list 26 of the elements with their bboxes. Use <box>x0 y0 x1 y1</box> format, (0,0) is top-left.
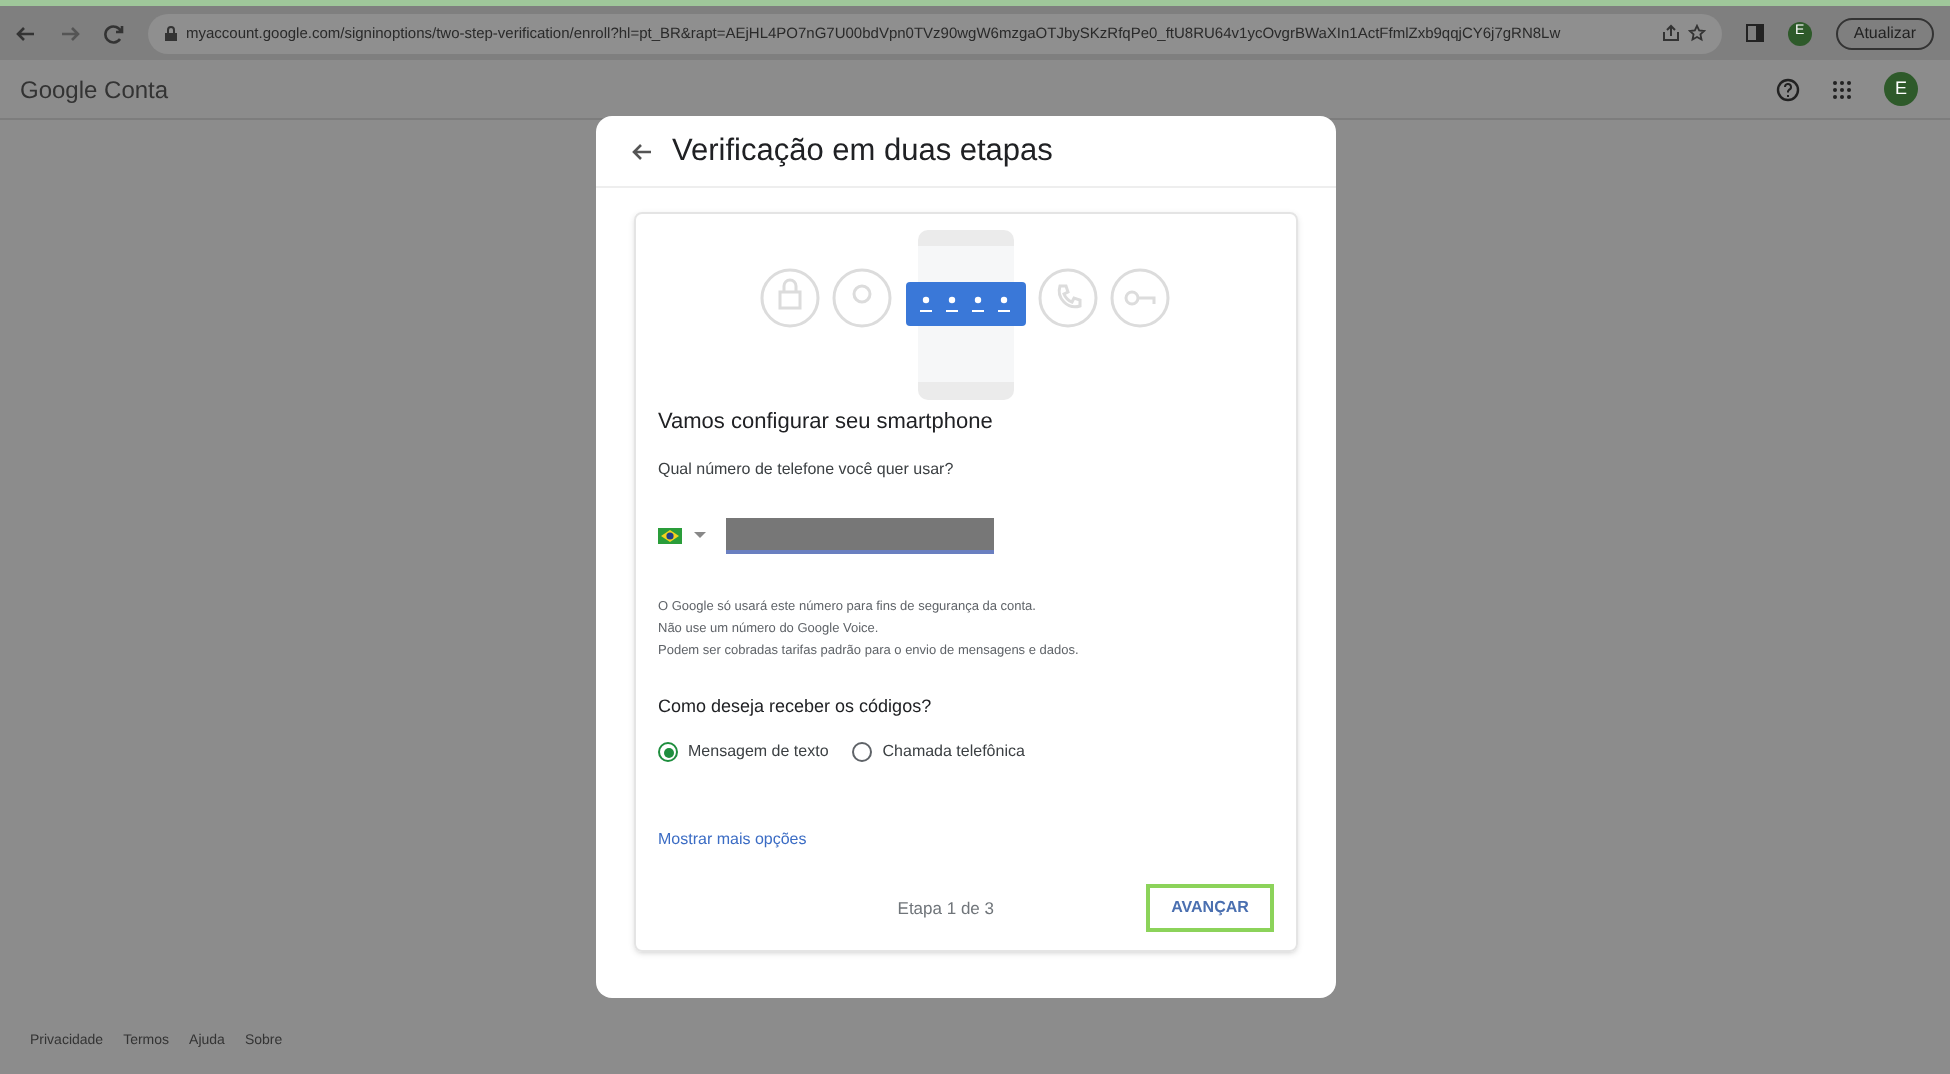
app-title[interactable]: Google Conta <box>20 71 169 107</box>
help-icon[interactable] <box>1776 77 1800 101</box>
sidebar-icon[interactable] <box>1745 24 1764 42</box>
next-button[interactable]: AVANÇAR <box>1146 884 1274 932</box>
section-heading: Vamos configurar seu smartphone <box>658 408 995 438</box>
update-button[interactable]: Atualizar <box>1835 17 1934 49</box>
flag-icon[interactable] <box>658 527 682 543</box>
lock-icon <box>164 25 178 41</box>
share-icon[interactable] <box>1661 24 1680 42</box>
radio-button[interactable] <box>658 742 678 762</box>
back-icon[interactable] <box>16 23 36 43</box>
apps-grid-icon[interactable] <box>1832 79 1852 99</box>
dropdown-caret-icon[interactable] <box>694 531 706 539</box>
star-icon[interactable] <box>1687 24 1706 42</box>
radio-label[interactable]: Chamada telefônica <box>882 740 1025 764</box>
radio-label[interactable]: Mensagem de texto <box>688 740 829 764</box>
dialog-title: Verificação em duas etapas <box>672 131 1053 172</box>
reload-icon[interactable] <box>104 23 124 43</box>
step-indicator: Etapa 1 de 3 <box>897 895 994 921</box>
account-avatar[interactable]: E <box>1884 72 1918 106</box>
back-arrow-icon[interactable] <box>632 141 652 161</box>
radio-button[interactable] <box>852 742 873 762</box>
phone-number-field[interactable] <box>726 517 994 553</box>
phone-question: Qual número de telefone você quer usar? <box>658 457 956 481</box>
codes-question: Como deseja receber os códigos? <box>658 693 934 720</box>
more-options-link[interactable]: Mostrar mais opções <box>658 830 807 848</box>
